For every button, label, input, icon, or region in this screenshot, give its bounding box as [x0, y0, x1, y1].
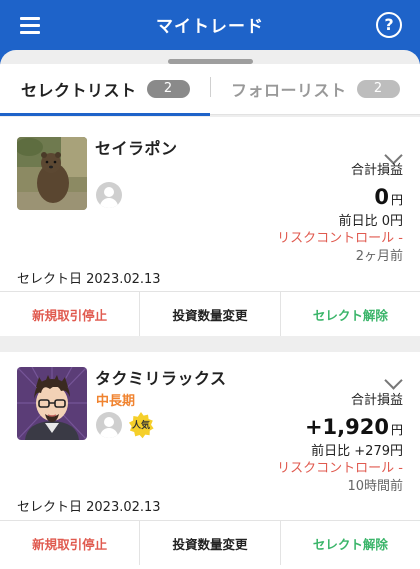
currency-unit: 円	[390, 193, 403, 207]
popular-badge: 人気	[127, 411, 155, 439]
profit-loss-summary: 合計損益 +1,920 円 前日比 +279円 リスクコントロール - 10時間前	[277, 393, 403, 496]
day-change: 前日比 +279円	[311, 444, 403, 459]
total-pl-value: 0	[374, 185, 389, 209]
popular-badge-label: 人気	[131, 421, 150, 431]
change-quantity-button[interactable]: 投資数量変更	[139, 292, 279, 336]
last-updated: 2ヶ月前	[355, 249, 403, 264]
trader-card: タクミリラックス 中長期 人気 合計損益 +1,920 円 前日比 +279円 リ…	[0, 352, 420, 569]
unselect-button[interactable]: セレクト解除	[279, 292, 420, 336]
tab-label: セレクトリスト	[21, 81, 137, 100]
tab-follow-list[interactable]: フォローリスト 2	[231, 64, 400, 114]
last-updated: 10時間前	[347, 479, 403, 494]
app-header: マイトレード ?	[0, 0, 420, 50]
risk-control-link[interactable]: リスクコントロール -	[277, 460, 403, 477]
total-pl-value: +1,920	[304, 415, 389, 439]
page-title: マイトレード	[156, 17, 264, 37]
select-date: セレクト日 2023.02.13	[17, 500, 161, 515]
card-actions: 新規取引停止 投資数量変更 セレクト解除	[0, 291, 420, 336]
tab-count-badge: 2	[146, 80, 190, 98]
currency-unit: 円	[390, 423, 403, 437]
change-quantity-button[interactable]: 投資数量変更	[139, 521, 279, 565]
trader-name: タクミリラックス	[95, 369, 227, 388]
trader-card: セイラポン 合計損益 0円 前日比 0円 リスクコントロール - 2ヶ月前 セレ…	[0, 117, 420, 336]
tab-select-list[interactable]: セレクトリスト 2	[21, 64, 190, 114]
tab-divider	[210, 77, 211, 97]
stop-new-trades-button[interactable]: 新規取引停止	[0, 521, 139, 565]
help-icon[interactable]: ?	[376, 12, 402, 38]
chevron-down-icon[interactable]	[384, 146, 403, 165]
day-change: 前日比 0円	[338, 214, 403, 229]
trader-avatar-photo[interactable]	[17, 367, 87, 440]
card-actions: 新規取引停止 投資数量変更 セレクト解除	[0, 520, 420, 565]
risk-control-link[interactable]: リスクコントロール -	[277, 230, 403, 247]
strategy-tag: 中長期	[96, 394, 136, 409]
user-icon	[96, 182, 122, 208]
trader-name: セイラポン	[95, 139, 178, 158]
user-icon	[96, 412, 122, 438]
stop-new-trades-button[interactable]: 新規取引停止	[0, 292, 139, 336]
trader-avatar-photo[interactable]	[17, 137, 87, 210]
tab-count-badge: 2	[356, 80, 400, 98]
content-sheet: セレクトリスト 2 フォローリスト 2 セイラポン 合計損益 0 円 前日比 0…	[0, 50, 420, 569]
profit-loss-summary: 合計損益 0円 前日比 0円 リスクコントロール - 2ヶ月前	[277, 163, 403, 266]
chevron-down-icon[interactable]	[384, 371, 403, 390]
total-pl-label: 合計損益	[350, 163, 403, 178]
select-date: セレクト日 2023.02.13	[17, 272, 161, 287]
total-pl-label: 合計損益	[350, 393, 403, 408]
unselect-button[interactable]: セレクト解除	[279, 521, 420, 565]
list-tabs: セレクトリスト 2 フォローリスト 2	[0, 64, 420, 116]
active-tab-indicator	[0, 113, 210, 116]
tab-label: フォローリスト	[231, 81, 347, 100]
